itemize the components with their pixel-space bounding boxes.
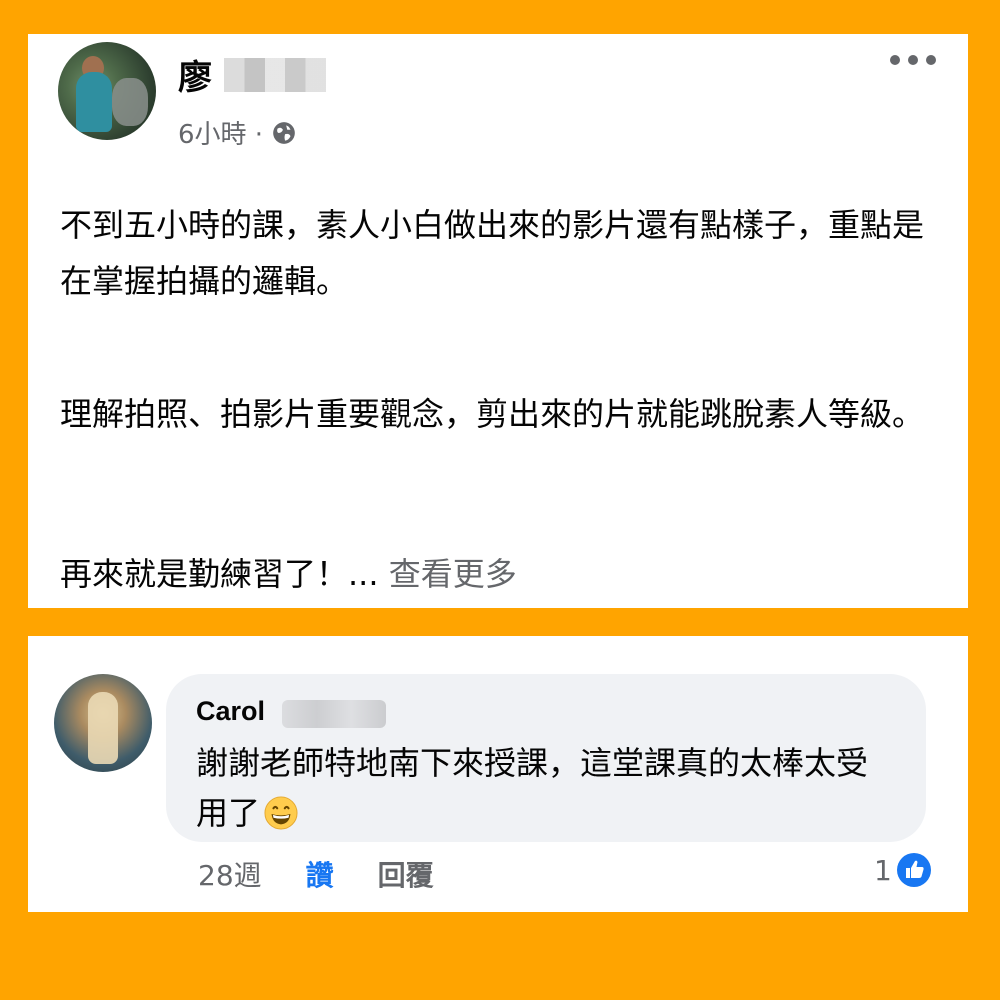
comment-text: 謝謝老師特地南下來授課，這堂課真的太棒太受用了 — [196, 738, 896, 838]
post-author-avatar[interactable] — [58, 42, 156, 140]
post-meta: 6小時 · — [178, 114, 297, 151]
comment-actions: 28週 讚 回覆 — [198, 854, 434, 894]
thumbs-up-icon — [896, 853, 931, 887]
more-options-icon[interactable] — [890, 46, 936, 74]
comment-card: Carol 謝謝老師特地南下來授課，這堂課真的太棒太受用了 28週 讚 回覆 1 — [28, 636, 968, 912]
post-author-name[interactable]: 廖 — [178, 50, 212, 99]
comment-time[interactable]: 28週 — [198, 854, 262, 894]
commenter-name[interactable]: Carol — [196, 696, 265, 727]
comment-bubble: Carol 謝謝老師特地南下來授課，這堂課真的太棒太受用了 — [166, 674, 926, 842]
post-paragraph-2: 理解拍照、拍影片重要觀念，剪出來的片就能跳脫素人等級。 — [60, 395, 925, 433]
post-paragraph-3-text: 再來就是勤練習了！... — [60, 555, 379, 593]
reaction-summary[interactable]: 1 — [874, 852, 932, 888]
post-card: 廖 6小時 · 不到五小時的課，素人小白做出來的影片還有點樣子，重點是在掌握拍攝… — [28, 34, 968, 608]
commenter-avatar[interactable] — [54, 674, 152, 772]
reaction-count: 1 — [874, 853, 892, 887]
post-paragraph-1: 不到五小時的課，素人小白做出來的影片還有點樣子，重點是在掌握拍攝的邏輯。 — [60, 206, 925, 300]
like-button[interactable]: 讚 — [306, 854, 334, 894]
post-time[interactable]: 6小時 · — [178, 114, 263, 151]
post-paragraph-3: 再來就是勤練習了！... 查看更多 — [60, 546, 940, 602]
commenter-surname-blur — [282, 700, 386, 728]
author-name-pixelation — [224, 58, 326, 92]
globe-icon — [273, 121, 295, 144]
grinning-face-emoji-icon — [264, 796, 298, 830]
reply-button[interactable]: 回覆 — [378, 854, 434, 894]
see-more-link[interactable]: 查看更多 — [389, 555, 517, 593]
avatar-body — [76, 72, 112, 132]
avatar-figure — [88, 692, 118, 764]
avatar-blur — [112, 78, 148, 126]
